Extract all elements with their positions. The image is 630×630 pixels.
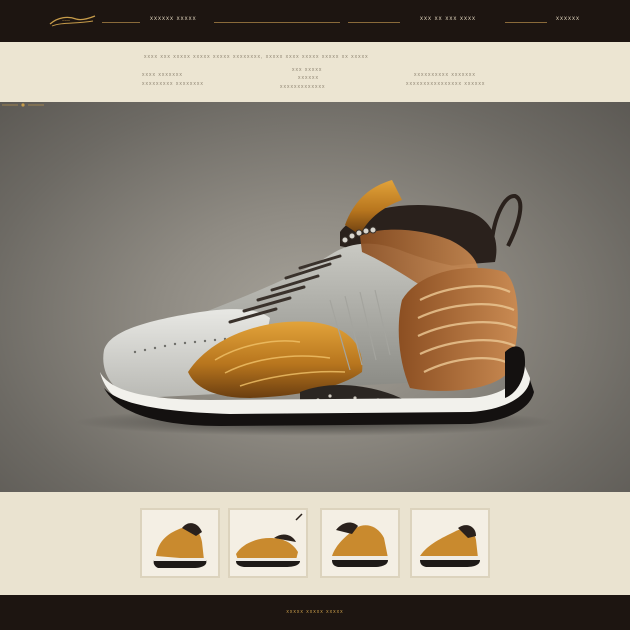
top-navigation-bar: ~~~ xxxxxx xxxxx xxx xx xxx xxxx xxxxxx: [0, 0, 630, 42]
footer: xxxxx xxxxx xxxxx: [0, 595, 630, 630]
banner-col-left-1: xxxx xxxxxxx: [142, 72, 183, 78]
sneaker-thumb-icon: [153, 523, 207, 568]
banner-col-right-1: xxxxxxxxxx xxxxxxx: [414, 72, 476, 78]
thumbnail-1[interactable]: [140, 508, 220, 578]
banner-headline: xxxx xxx xxxxx xxxxx xxxxx xxxxxxxx, xxx…: [144, 54, 369, 60]
thumbnail-2[interactable]: [228, 508, 308, 578]
nav-link-right[interactable]: xxx xx xxx xxxx: [420, 16, 476, 22]
banner-col-center-3: xxxxxxxxxxxxx: [280, 84, 326, 90]
ornament-caption-icon: [2, 103, 44, 107]
banner-col-right-2: xxxxxxxxxxxxxxxx xxxxxx: [406, 81, 486, 87]
sneaker-thumb-icon: [236, 513, 303, 567]
sneaker-thumb-icon: [420, 525, 480, 567]
sneaker-thumb-icon: [332, 522, 388, 567]
thumbnail-3[interactable]: [320, 508, 400, 578]
nav-divider: [102, 22, 140, 23]
thumbnail-strip: [0, 492, 630, 595]
svg-text:~~~: ~~~: [62, 19, 70, 24]
thumbnail-4[interactable]: [410, 508, 490, 578]
intro-banner: xxxx xxx xxxxx xxxxx xxxxx xxxxxxxx, xxx…: [0, 42, 630, 102]
brand-logo[interactable]: ~~~: [46, 13, 98, 29]
nav-link-far-right[interactable]: xxxxxx: [556, 16, 580, 22]
nav-divider: [505, 22, 547, 23]
nav-link-left[interactable]: xxxxxx xxxxx: [150, 16, 197, 22]
banner-col-center-2: xxxxxx: [298, 75, 319, 81]
nav-divider: [348, 22, 400, 23]
nav-divider: [214, 22, 340, 23]
product-page: ~~~ xxxxxx xxxxx xxx xx xxx xxxx xxxxxx …: [0, 0, 630, 630]
banner-col-left-2: xxxxxxxxx xxxxxxxx: [142, 81, 204, 87]
footer-text[interactable]: xxxxx xxxxx xxxxx: [0, 609, 630, 615]
banner-col-center-1: xxx xxxxx: [292, 67, 323, 73]
hero-section: [0, 102, 630, 492]
sneaker-hero-image: [75, 180, 555, 436]
